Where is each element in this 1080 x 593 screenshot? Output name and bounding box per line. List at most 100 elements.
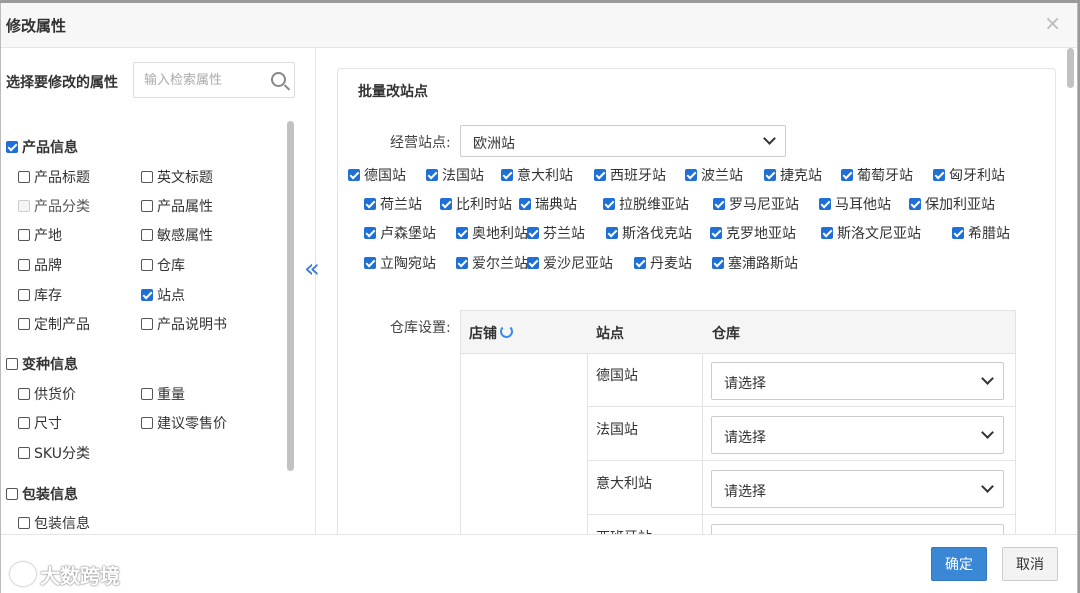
checkbox[interactable]: [603, 198, 615, 210]
checkbox[interactable]: [819, 198, 831, 210]
refresh-icon[interactable]: [500, 325, 513, 338]
checkbox[interactable]: [18, 229, 30, 241]
site-checkbox-item[interactable]: 克罗地亚站: [710, 223, 796, 243]
site-checkbox-item[interactable]: 比利时站: [440, 194, 512, 214]
checkbox[interactable]: [426, 169, 438, 181]
attr-size[interactable]: 尺寸: [18, 413, 62, 433]
site-checkbox-item[interactable]: 瑞典站: [519, 194, 577, 214]
site-region-select[interactable]: 欧洲站: [460, 125, 786, 157]
site-checkbox-item[interactable]: 荷兰站: [364, 194, 422, 214]
checkbox[interactable]: [527, 257, 539, 269]
group-product-info[interactable]: 产品信息: [6, 137, 78, 157]
site-checkbox-item[interactable]: 希腊站: [952, 223, 1010, 243]
warehouse-select[interactable]: 请选择: [711, 362, 1004, 400]
attr-retail-price[interactable]: 建议零售价: [141, 413, 227, 433]
checkbox[interactable]: [18, 417, 30, 429]
attr-supply-price[interactable]: 供货价: [18, 384, 76, 404]
attr-site[interactable]: 站点: [141, 285, 185, 305]
checkbox[interactable]: [440, 198, 452, 210]
checkbox[interactable]: [364, 227, 376, 239]
site-checkbox-item[interactable]: 塞浦路斯站: [712, 253, 798, 273]
left-scrollbar[interactable]: [287, 121, 294, 471]
site-checkbox-item[interactable]: 斯洛文尼亚站: [821, 223, 921, 243]
checkbox[interactable]: [456, 257, 468, 269]
checkbox[interactable]: [527, 227, 539, 239]
site-checkbox-item[interactable]: 匈牙利站: [933, 165, 1005, 185]
close-icon[interactable]: ×: [1044, 11, 1061, 35]
cancel-button[interactable]: 取消: [1002, 547, 1058, 581]
checkbox[interactable]: [501, 169, 513, 181]
site-checkbox-item[interactable]: 爱沙尼亚站: [527, 253, 613, 273]
site-checkbox-item[interactable]: 罗马尼亚站: [713, 194, 799, 214]
site-checkbox-item[interactable]: 拉脱维亚站: [603, 194, 689, 214]
checkbox[interactable]: [18, 171, 30, 183]
checkbox[interactable]: [18, 517, 30, 529]
checkbox[interactable]: [141, 289, 153, 301]
group-package-info[interactable]: 包装信息: [6, 484, 78, 504]
site-checkbox-item[interactable]: 卢森堡站: [364, 223, 436, 243]
checkbox[interactable]: [519, 198, 531, 210]
attribute-search-input[interactable]: [142, 64, 264, 96]
checkbox[interactable]: [594, 169, 606, 181]
confirm-button[interactable]: 确定: [931, 547, 987, 581]
checkbox[interactable]: [18, 388, 30, 400]
checkbox[interactable]: [456, 227, 468, 239]
group-package-info-checkbox[interactable]: [6, 488, 18, 500]
site-checkbox-item[interactable]: 保加利亚站: [909, 194, 995, 214]
checkbox[interactable]: [364, 257, 376, 269]
attr-stock[interactable]: 库存: [18, 285, 62, 305]
site-checkbox-item[interactable]: 奥地利站: [456, 223, 528, 243]
group-product-info-checkbox[interactable]: [6, 141, 18, 153]
warehouse-select[interactable]: 请选择: [711, 416, 1004, 454]
attr-product-attr[interactable]: 产品属性: [141, 196, 213, 216]
checkbox[interactable]: [821, 227, 833, 239]
attr-sku-category[interactable]: SKU分类: [18, 443, 90, 463]
checkbox[interactable]: [909, 198, 921, 210]
collapse-double-left-icon[interactable]: «: [304, 256, 320, 282]
site-checkbox-item[interactable]: 波兰站: [685, 165, 743, 185]
checkbox[interactable]: [141, 259, 153, 271]
attr-product-title[interactable]: 产品标题: [18, 167, 90, 187]
checkbox[interactable]: [364, 198, 376, 210]
attr-warehouse[interactable]: 仓库: [141, 255, 185, 275]
site-checkbox-item[interactable]: 马耳他站: [819, 194, 891, 214]
checkbox[interactable]: [18, 259, 30, 271]
site-checkbox-item[interactable]: 芬兰站: [527, 223, 585, 243]
attr-sensitive[interactable]: 敏感属性: [141, 225, 213, 245]
checkbox[interactable]: [141, 388, 153, 400]
checkbox[interactable]: [141, 171, 153, 183]
attr-manual[interactable]: 产品说明书: [141, 314, 227, 334]
group-variant-info[interactable]: 变种信息: [6, 354, 78, 374]
right-scrollbar[interactable]: [1067, 48, 1074, 88]
attr-custom[interactable]: 定制产品: [18, 314, 90, 334]
site-checkbox-item[interactable]: 德国站: [348, 165, 406, 185]
site-checkbox-item[interactable]: 捷克站: [764, 165, 822, 185]
site-checkbox-item[interactable]: 立陶宛站: [364, 253, 436, 273]
checkbox[interactable]: [952, 227, 964, 239]
checkbox[interactable]: [141, 200, 153, 212]
site-checkbox-item[interactable]: 葡萄牙站: [841, 165, 913, 185]
group-variant-info-checkbox[interactable]: [6, 358, 18, 370]
attr-brand[interactable]: 品牌: [18, 255, 62, 275]
attr-origin[interactable]: 产地: [18, 225, 62, 245]
site-checkbox-item[interactable]: 斯洛伐克站: [606, 223, 692, 243]
checkbox[interactable]: [141, 229, 153, 241]
attr-package[interactable]: 包装信息: [18, 513, 90, 533]
checkbox[interactable]: [933, 169, 945, 181]
checkbox[interactable]: [141, 417, 153, 429]
site-checkbox-item[interactable]: 法国站: [426, 165, 484, 185]
checkbox[interactable]: [606, 227, 618, 239]
checkbox[interactable]: [18, 289, 30, 301]
warehouse-select[interactable]: 请选择: [711, 470, 1004, 508]
checkbox[interactable]: [18, 447, 30, 459]
site-checkbox-item[interactable]: 西班牙站: [594, 165, 666, 185]
checkbox[interactable]: [634, 257, 646, 269]
attr-weight[interactable]: 重量: [141, 384, 185, 404]
site-checkbox-item[interactable]: 意大利站: [501, 165, 573, 185]
checkbox[interactable]: [712, 257, 724, 269]
checkbox[interactable]: [18, 318, 30, 330]
checkbox[interactable]: [141, 318, 153, 330]
search-icon[interactable]: [271, 72, 286, 87]
site-checkbox-item[interactable]: 丹麦站: [634, 253, 692, 273]
attr-en-title[interactable]: 英文标题: [141, 167, 213, 187]
